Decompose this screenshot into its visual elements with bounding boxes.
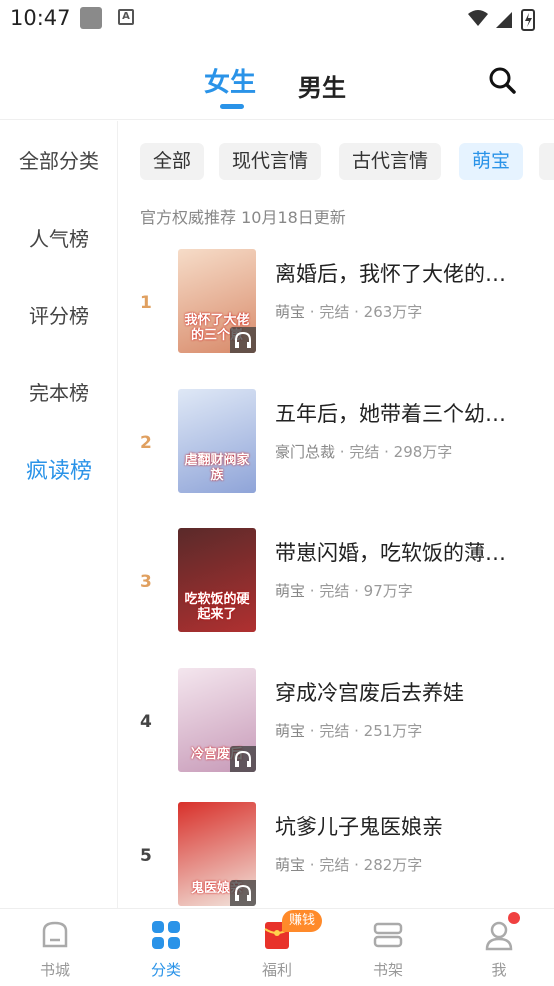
book-list-item[interactable]: 1 我怀了大佬的三个崽 离婚后，我怀了大佬的… 萌宝 · 完结 · 263万字 [130, 249, 554, 355]
category-icon [152, 921, 180, 949]
sidebar-item-completed[interactable]: 完本榜 [0, 377, 118, 406]
bookshelf-icon [373, 922, 403, 948]
meta-separator: · [305, 303, 320, 321]
book-category: 萌宝 [275, 722, 306, 740]
status-bar: 10:47 A [0, 0, 554, 38]
meta-separator: · [349, 722, 364, 740]
book-status: 完结 [349, 443, 380, 461]
bookstore-icon [42, 921, 68, 948]
rank-number: 4 [140, 712, 152, 732]
rank-number: 5 [140, 846, 152, 866]
book-status: 完结 [319, 582, 350, 600]
earn-money-badge: 赚钱 [282, 910, 323, 932]
nav-profile[interactable]: 我 [444, 909, 554, 986]
tab-active-indicator [220, 104, 244, 109]
book-meta: 萌宝 · 完结 · 282万字 [275, 854, 422, 875]
meta-separator: · [335, 443, 350, 461]
book-category: 豪门总裁 [275, 443, 336, 461]
nav-label: 书城 [39, 961, 70, 979]
book-cover[interactable]: 吃软饭的硬起来了 [178, 528, 256, 632]
book-list-item[interactable]: 3 吃软饭的硬起来了 带崽闪婚，吃软饭的薄… 萌宝 · 完结 · 97万字 [130, 528, 554, 634]
nav-label: 我 [491, 961, 507, 979]
book-meta: 豪门总裁 · 完结 · 298万字 [275, 441, 452, 462]
book-title[interactable]: 坑爹儿子鬼医娘亲 [275, 811, 537, 841]
book-word-count: 298万字 [393, 443, 453, 461]
book-category: 萌宝 [275, 303, 306, 321]
book-cover[interactable]: 我怀了大佬的三个崽 [178, 249, 256, 353]
chip-all[interactable]: 全部 [140, 143, 205, 180]
rank-number: 2 [140, 433, 152, 453]
sidebar-item-rating[interactable]: 评分榜 [0, 300, 118, 329]
profile-icon [485, 921, 513, 951]
chip-modern-romance[interactable]: 现代言情 [219, 143, 322, 180]
book-status: 完结 [319, 303, 350, 321]
tab-female[interactable]: 女生 [204, 62, 256, 99]
nav-label: 福利 [261, 961, 292, 979]
chip-more[interactable] [539, 143, 554, 180]
book-list-item[interactable]: 5 鬼医娘亲 坑爹儿子鬼医娘亲萌宝 · 完结 · 282万字 [130, 802, 554, 908]
book-meta: 萌宝 · 完结 · 97万字 [275, 580, 413, 601]
book-word-count: 263万字 [363, 303, 423, 321]
book-category: 萌宝 [275, 582, 306, 600]
nav-bookstore[interactable]: 书城 [0, 909, 110, 986]
book-word-count: 282万字 [363, 856, 423, 874]
bottom-navigation: 书城 分类 福利 书架 我 [0, 908, 554, 986]
meta-separator: · [349, 856, 364, 874]
book-title[interactable]: 离婚后，我怀了大佬的… [275, 258, 537, 288]
nav-label: 书架 [372, 961, 403, 979]
meta-separator: · [379, 443, 394, 461]
book-cover[interactable]: 虐翻财阀家族 [178, 389, 256, 493]
rank-number: 1 [140, 293, 152, 313]
meta-separator: · [305, 722, 320, 740]
search-icon[interactable] [486, 64, 518, 96]
gender-tabs: 女生 男生 [0, 40, 554, 120]
app-notification-icon: A [118, 9, 134, 25]
chip-ancient-romance[interactable]: 古代言情 [339, 143, 442, 180]
sidebar-item-popular[interactable]: 人气榜 [0, 223, 118, 252]
tab-male[interactable]: 男生 [298, 68, 346, 103]
book-title[interactable]: 带崽闪婚，吃软饭的薄… [275, 537, 537, 567]
book-category: 萌宝 [275, 856, 306, 874]
rank-number: 3 [140, 572, 152, 592]
ranking-sidebar: 全部分类 人气榜 评分榜 完本榜 疯读榜 [0, 121, 118, 908]
notification-dot [508, 912, 520, 924]
book-word-count: 251万字 [363, 722, 423, 740]
book-title[interactable]: 穿成冷宫废后去养娃 [275, 677, 537, 707]
status-icons [468, 9, 535, 31]
sidebar-item-all-categories[interactable]: 全部分类 [0, 145, 118, 174]
book-word-count: 97万字 [363, 582, 413, 600]
chip-cute-baby[interactable]: 萌宝 [459, 143, 524, 180]
notification-icon [80, 7, 102, 29]
headphones-icon [230, 880, 256, 906]
meta-separator: · [305, 582, 320, 600]
cover-title-art: 吃软饭的硬起来了 [184, 592, 250, 622]
signal-icon [496, 12, 512, 28]
sidebar-item-crazy-read[interactable]: 疯读榜 [0, 453, 118, 485]
wifi-icon [468, 10, 488, 26]
book-meta: 萌宝 · 完结 · 251万字 [275, 720, 422, 741]
book-meta: 萌宝 · 完结 · 263万字 [275, 301, 422, 322]
meta-separator: · [305, 856, 320, 874]
cover-title-art: 虐翻财阀家族 [184, 453, 250, 483]
nav-bookshelf[interactable]: 书架 [333, 909, 443, 986]
update-note: 官方权威推荐 10月18日更新 [140, 208, 346, 227]
subcategory-chips: 全部 现代言情 古代言情 萌宝 [140, 143, 554, 181]
meta-separator: · [349, 303, 364, 321]
nav-category[interactable]: 分类 [111, 909, 221, 986]
book-title[interactable]: 五年后，她带着三个幼… [275, 398, 537, 428]
meta-separator: · [349, 582, 364, 600]
status-time: 10:47 [10, 6, 71, 30]
book-list-item[interactable]: 2 虐翻财阀家族 五年后，她带着三个幼… 豪门总裁 · 完结 · 298万字 [130, 389, 554, 495]
book-status: 完结 [319, 856, 350, 874]
book-cover[interactable]: 鬼医娘亲 [178, 802, 256, 906]
book-status: 完结 [319, 722, 350, 740]
book-cover[interactable]: 冷宫废后 [178, 668, 256, 772]
nav-label: 分类 [150, 961, 181, 979]
headphones-icon [230, 327, 256, 353]
book-list-item[interactable]: 4 冷宫废后 穿成冷宫废后去养娃萌宝 · 完结 · 251万字 [130, 668, 554, 774]
headphones-icon [230, 746, 256, 772]
